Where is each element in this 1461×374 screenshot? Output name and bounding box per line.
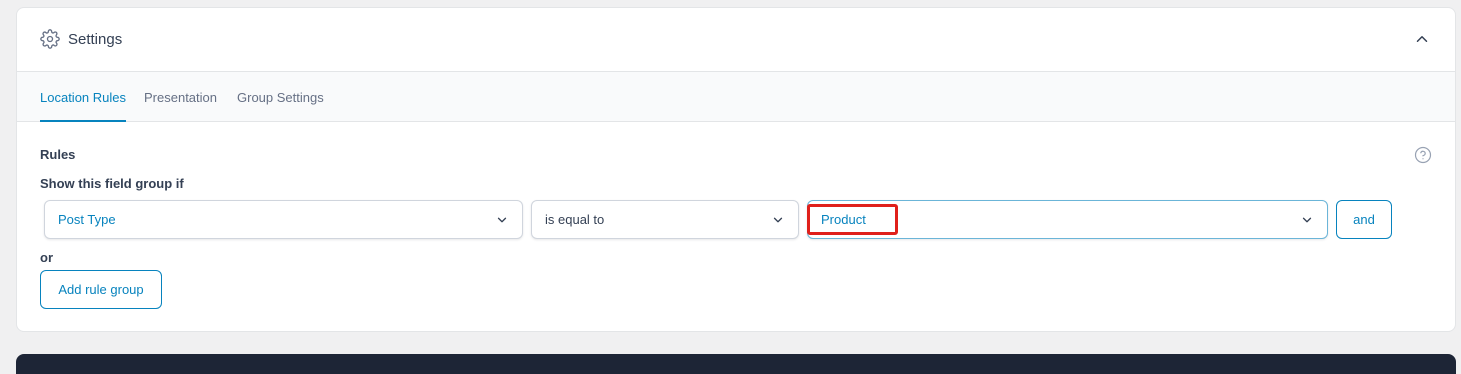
show-field-group-if-label: Show this field group if xyxy=(40,176,184,191)
next-panel-edge xyxy=(16,354,1456,374)
chevron-down-icon xyxy=(773,217,783,223)
chevron-up-icon[interactable] xyxy=(1413,30,1431,48)
rule-operator-select[interactable]: is equal to xyxy=(531,200,799,239)
chevron-down-icon xyxy=(1302,217,1312,223)
rule-param-value: Post Type xyxy=(58,212,116,227)
tab-location-rules[interactable]: Location Rules xyxy=(40,90,126,122)
rule-value-value: Product xyxy=(821,212,866,227)
or-label: or xyxy=(40,250,53,265)
gear-icon xyxy=(40,29,60,49)
tab-presentation[interactable]: Presentation xyxy=(144,90,217,106)
settings-panel: Settings Location Rules Presentation Gro… xyxy=(16,7,1456,332)
chevron-down-icon xyxy=(497,217,507,223)
tab-group-settings[interactable]: Group Settings xyxy=(237,90,324,106)
help-icon[interactable] xyxy=(1414,146,1432,164)
rules-label: Rules xyxy=(40,147,76,162)
add-rule-group-button[interactable]: Add rule group xyxy=(40,270,162,309)
rule-param-select[interactable]: Post Type xyxy=(44,200,523,239)
panel-title: Settings xyxy=(68,31,123,48)
tab-bar: Location Rules Presentation Group Settin… xyxy=(17,72,1455,122)
rule-value-select[interactable]: Product xyxy=(807,200,1328,239)
and-button[interactable]: and xyxy=(1336,200,1392,239)
rule-operator-value: is equal to xyxy=(545,212,605,227)
panel-header[interactable]: Settings xyxy=(17,8,1455,72)
